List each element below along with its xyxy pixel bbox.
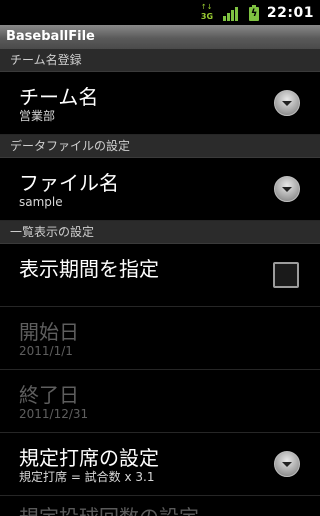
pref-qualifying-innings-partial[interactable]: 規定投球回数の設定	[0, 496, 320, 516]
pref-team-name-summary: 営業部	[19, 109, 56, 123]
pref-file-name-title: ファイル名	[19, 171, 119, 195]
pref-team-name-title: チーム名	[19, 85, 99, 109]
pref-display-period-title: 表示期間を指定	[19, 257, 159, 281]
clock: 22:01	[266, 5, 314, 21]
status-icons: ↑↓ 3G ϟ 22:01	[201, 4, 314, 22]
pref-team-name[interactable]: チーム名 営業部	[0, 72, 320, 135]
battery-charging-icon: ϟ	[248, 5, 259, 21]
pref-file-name[interactable]: ファイル名 sample	[0, 158, 320, 221]
pref-end-date-title: 終了日	[19, 383, 79, 407]
pref-start-date-title: 開始日	[19, 320, 79, 344]
pref-qualifying-title: 規定打席の設定	[19, 446, 159, 470]
spinner-arrow-icon[interactable]	[274, 451, 300, 477]
pref-start-date-summary: 2011/1/1	[19, 344, 73, 358]
spinner-arrow-icon[interactable]	[274, 176, 300, 202]
pref-qualifying-summary: 規定打席 = 試合数 x 3.1	[19, 470, 155, 484]
pref-end-date: 終了日 2011/12/31	[0, 370, 320, 433]
app-title: BaseballFile	[6, 29, 95, 44]
title-bar: BaseballFile	[0, 25, 320, 50]
preference-list: チーム名登録 チーム名 営業部 データファイルの設定 ファイル名 sample …	[0, 49, 320, 516]
pref-end-date-summary: 2011/12/31	[19, 407, 89, 421]
section-header-list-display: 一覧表示の設定	[0, 221, 320, 244]
pref-display-period[interactable]: 表示期間を指定	[0, 244, 320, 307]
pref-start-date: 開始日 2011/1/1	[0, 307, 320, 370]
pref-qualifying-innings-title: 規定投球回数の設定	[19, 504, 199, 516]
network-type-label: 3G	[200, 12, 214, 21]
status-bar: ↑↓ 3G ϟ 22:01	[0, 0, 320, 25]
network-arrows: ↑↓	[200, 3, 213, 11]
signal-icon	[222, 5, 241, 21]
pref-qualifying-plate-appearances[interactable]: 規定打席の設定 規定打席 = 試合数 x 3.1	[0, 433, 320, 496]
network-3g-icon: ↑↓ 3G	[201, 4, 215, 22]
display-period-checkbox[interactable]	[273, 262, 299, 288]
spinner-arrow-icon[interactable]	[274, 90, 300, 116]
section-header-datafile: データファイルの設定	[0, 135, 320, 158]
pref-file-name-summary: sample	[19, 195, 63, 209]
section-header-team: チーム名登録	[0, 49, 320, 72]
